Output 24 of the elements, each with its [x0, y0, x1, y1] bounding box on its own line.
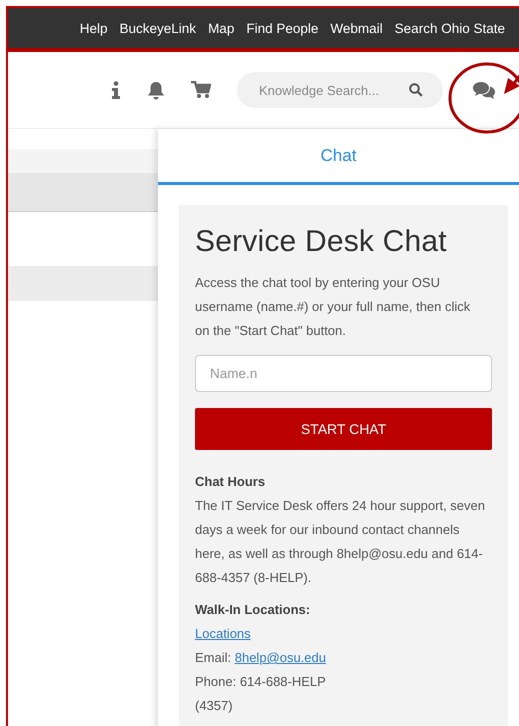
card-title: Service Desk Chat	[195, 225, 448, 259]
chat-hours-text: The IT Service Desk offers 24 hour support, seven days a week for our inbound contact channels here, as well as through 8help@osu.edu and 614-688-4357 (8-HELP).	[195, 497, 486, 587]
locations-link[interactable]: Locations	[195, 626, 251, 641]
email-line: Email: 8help@osu.edu	[195, 649, 328, 667]
chat-bubbles-icon[interactable]	[473, 81, 495, 99]
top-link[interactable]: Search Ohio State	[394, 20, 505, 36]
start-chat-button[interactable]: START CHAT	[195, 408, 492, 450]
email-link[interactable]: 8help@osu.edu	[234, 650, 326, 665]
top-link[interactable]: Help	[80, 20, 108, 36]
top-link[interactable]: Map	[208, 20, 234, 36]
intro-text: Access the chat tool by entering your OSU username (name.#) or your full name, then click on the "Start Chat" button.	[195, 274, 472, 340]
knowledge-search-field[interactable]: Knowledge Search...	[237, 72, 443, 108]
walk-in-heading: Walk-In Locations:	[195, 601, 312, 619]
top-link[interactable]: Webmail	[330, 20, 383, 36]
top-link[interactable]: Find People	[246, 20, 318, 36]
contact-text: (4357)	[195, 697, 234, 715]
info-icon[interactable]	[111, 81, 121, 99]
notification-bell-icon[interactable]	[147, 80, 165, 100]
top-link[interactable]: BuckeyeLink	[120, 20, 196, 36]
search-icon[interactable]	[409, 83, 423, 97]
chat-hours-heading: Chat Hours	[195, 473, 266, 491]
cart-icon[interactable]	[191, 81, 211, 99]
name-input-field[interactable]: Name.n	[195, 355, 492, 392]
contact-text: Phone: 614-688-HELP	[195, 673, 327, 691]
